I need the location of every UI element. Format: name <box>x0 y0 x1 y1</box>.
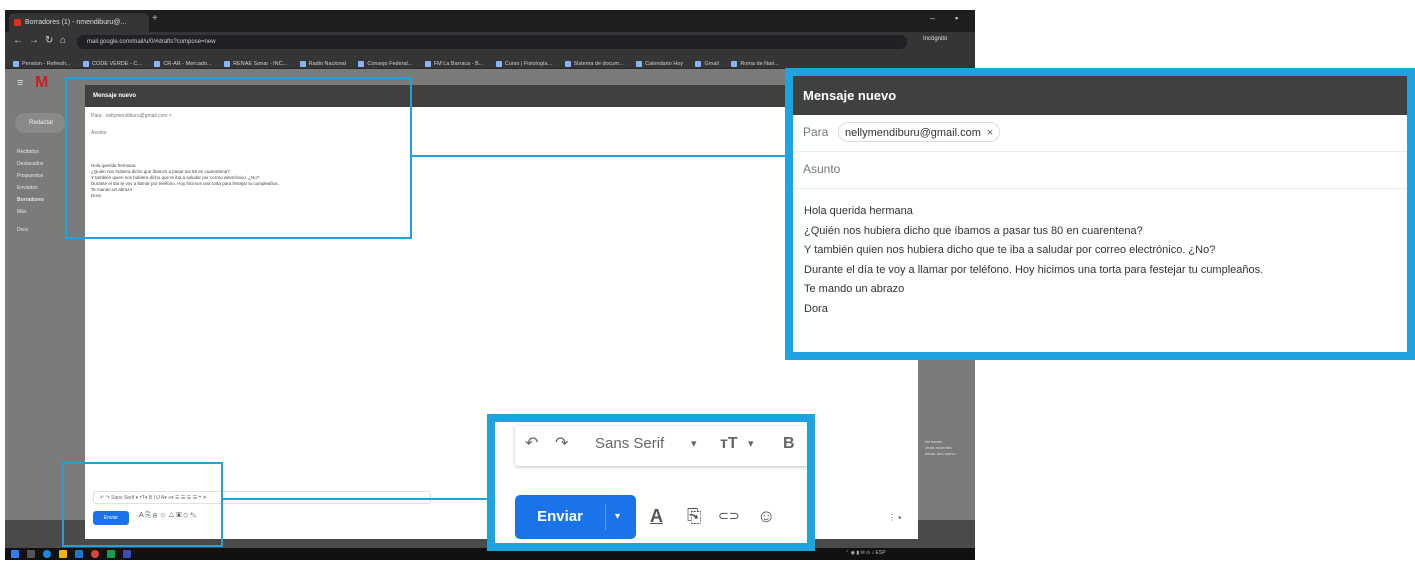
chevron-down-icon[interactable]: ▾ <box>748 434 754 454</box>
attach-icon[interactable]: ⎘ <box>687 504 701 528</box>
new-tab-button[interactable]: + <box>152 13 158 24</box>
body-line: Durante el día te voy a llamar por teléf… <box>804 263 1264 276</box>
bookmark-icon <box>154 60 161 67</box>
bookmark-item[interactable]: RENAE Sonar - INC... <box>224 56 287 68</box>
chat-empty-panel: No tienes chats recientes Iniciar uno nu… <box>925 439 956 456</box>
gmail-favicon-icon <box>14 19 21 26</box>
send-label[interactable]: Enviar <box>515 495 605 539</box>
minimize-button[interactable]: – <box>930 13 935 23</box>
bookmarks-bar: Pension - Refresh... CODE VERDE - C... C… <box>5 52 975 69</box>
body-line: Y también quien nos hubiera dicho que te… <box>804 244 1216 256</box>
zoom-to-row[interactable]: Para nellymendiburu@gmail.com × <box>793 115 1407 152</box>
sidebar-item-contact[interactable]: Dora <box>17 227 28 233</box>
back-icon[interactable]: ← <box>13 35 23 46</box>
app-icon[interactable] <box>123 550 131 558</box>
font-select[interactable]: Sans Serif <box>595 434 664 454</box>
bookmark-icon <box>299 60 306 67</box>
bookmark-item[interactable]: Curso | Fisiología... <box>495 56 552 68</box>
zoom-send-button[interactable]: Enviar ▾ <box>515 495 636 539</box>
bookmark-icon <box>564 60 571 67</box>
reload-icon[interactable]: ↻ <box>45 35 53 46</box>
bookmark-icon <box>495 60 502 67</box>
bookmark-icon <box>424 60 431 67</box>
bookmark-item[interactable]: Calendario Hoy <box>636 56 683 68</box>
compose-button[interactable]: Redactar <box>15 113 65 133</box>
sidebar-item-sent[interactable]: Enviados <box>17 185 38 191</box>
zoom-subject-row[interactable]: Asunto <box>793 152 1407 189</box>
system-tray[interactable]: ⌃ ◉ ▮ ✉ ⊙ ♪ ESP <box>845 550 886 556</box>
bookmark-item[interactable]: Radio Nacional <box>299 56 346 68</box>
link-icon[interactable]: ⊂⊃ <box>718 504 740 528</box>
folder-icon[interactable] <box>59 550 67 558</box>
more-options-icon[interactable]: ⋮ ▪ <box>888 513 901 522</box>
store-icon[interactable] <box>75 550 83 558</box>
zoom-subject-label: Asunto <box>803 162 841 176</box>
title-bar: Borradores (1) - nmendiburu@... + – ▪ <box>5 10 975 32</box>
undo-icon[interactable]: ↶ <box>525 434 538 454</box>
bookmark-item[interactable]: CR-AR - Mercado... <box>154 56 212 68</box>
send-options-icon[interactable]: ▾ <box>615 495 620 539</box>
zoom-formatting-toolbar: ↶ ↷ Sans Serif ▾ ᴛT ▾ B <box>515 426 807 466</box>
bookmark-item[interactable]: Pension - Refresh... <box>13 56 71 68</box>
profile-label[interactable]: Incógnito <box>923 36 947 42</box>
windows-start-icon[interactable] <box>11 550 19 558</box>
menu-icon[interactable]: ≡ <box>17 77 23 89</box>
body-line: ¿Quién nos hubiera dicho que íbamos a pa… <box>804 224 1143 237</box>
connector-line-message <box>412 155 789 157</box>
connector-line-send <box>223 498 491 500</box>
body-line: Te mando un abrazo <box>804 283 905 295</box>
sidebar-item-drafts[interactable]: Borradores <box>17 197 44 203</box>
text-color-icon[interactable]: A <box>650 504 663 528</box>
edge-icon[interactable] <box>43 550 51 558</box>
bookmark-item[interactable]: CODE VERDE - C... <box>83 56 142 68</box>
send-separator <box>605 504 606 530</box>
body-line: Dora <box>804 302 828 315</box>
bookmark-icon <box>695 60 702 67</box>
bookmark-icon <box>731 60 738 67</box>
emoji-icon[interactable]: ☺ <box>757 504 775 528</box>
zoom-send-panel: ↶ ↷ Sans Serif ▾ ᴛT ▾ B Enviar ▾ A ⎘ ⊂⊃ … <box>487 414 815 551</box>
url-field[interactable]: mail.google.com/mail/u/0/#drafts?compose… <box>77 35 907 49</box>
redo-icon[interactable]: ↷ <box>555 434 568 454</box>
body-line: Hola querida hermana <box>804 205 913 217</box>
bold-icon[interactable]: B <box>783 434 795 454</box>
gmail-logo[interactable]: M <box>35 74 48 92</box>
bookmark-icon <box>636 60 643 67</box>
sidebar-item-inbox[interactable]: Recibidos <box>17 149 39 155</box>
excel-icon[interactable] <box>107 550 115 558</box>
bookmark-item[interactable]: Gmail <box>695 56 719 68</box>
chevron-down-icon[interactable]: ▾ <box>691 434 697 454</box>
zoom-message-panel: Mensaje nuevo Para nellymendiburu@gmail.… <box>785 68 1415 360</box>
sidebar-item-more[interactable]: Más <box>17 209 26 215</box>
bookmark-item[interactable]: Roma de Nari... <box>731 56 779 68</box>
address-bar-row: ← → ↻ ⌂ mail.google.com/mail/u/0/#drafts… <box>5 32 975 52</box>
highlight-message-area <box>65 77 412 239</box>
bookmark-item[interactable]: Sistema de docum... <box>564 56 624 68</box>
forward-icon[interactable]: → <box>29 35 39 46</box>
zoom-compose-title: Mensaje nuevo <box>793 76 1407 115</box>
highlight-send-area <box>62 462 223 547</box>
search-icon[interactable] <box>27 550 35 558</box>
browser-tab[interactable]: Borradores (1) - nmendiburu@... <box>9 13 149 32</box>
bookmark-icon <box>83 60 90 67</box>
bookmark-item[interactable]: Consejo Federal... <box>358 56 412 68</box>
maximize-button[interactable]: ▪ <box>955 13 958 23</box>
bookmark-icon <box>224 60 231 67</box>
remove-recipient-icon[interactable]: × <box>987 127 993 139</box>
sidebar-item-starred[interactable]: Destacados <box>17 161 43 167</box>
chrome-icon[interactable] <box>91 550 99 558</box>
zoom-to-label: Para <box>803 125 829 139</box>
recipient-chip[interactable]: nellymendiburu@gmail.com × <box>838 122 1001 142</box>
home-icon[interactable]: ⌂ <box>60 35 66 46</box>
bookmark-item[interactable]: FM La Barraca - B... <box>424 56 483 68</box>
sidebar-item-snoozed[interactable]: Pospuestos <box>17 173 43 179</box>
tab-title: Borradores (1) - nmendiburu@... <box>25 19 127 26</box>
bookmark-icon <box>358 60 365 67</box>
zoom-message-body[interactable]: Hola querida hermana ¿Quién nos hubiera … <box>804 202 1263 319</box>
bookmark-icon <box>13 60 19 67</box>
text-size-icon[interactable]: ᴛT <box>720 434 738 454</box>
